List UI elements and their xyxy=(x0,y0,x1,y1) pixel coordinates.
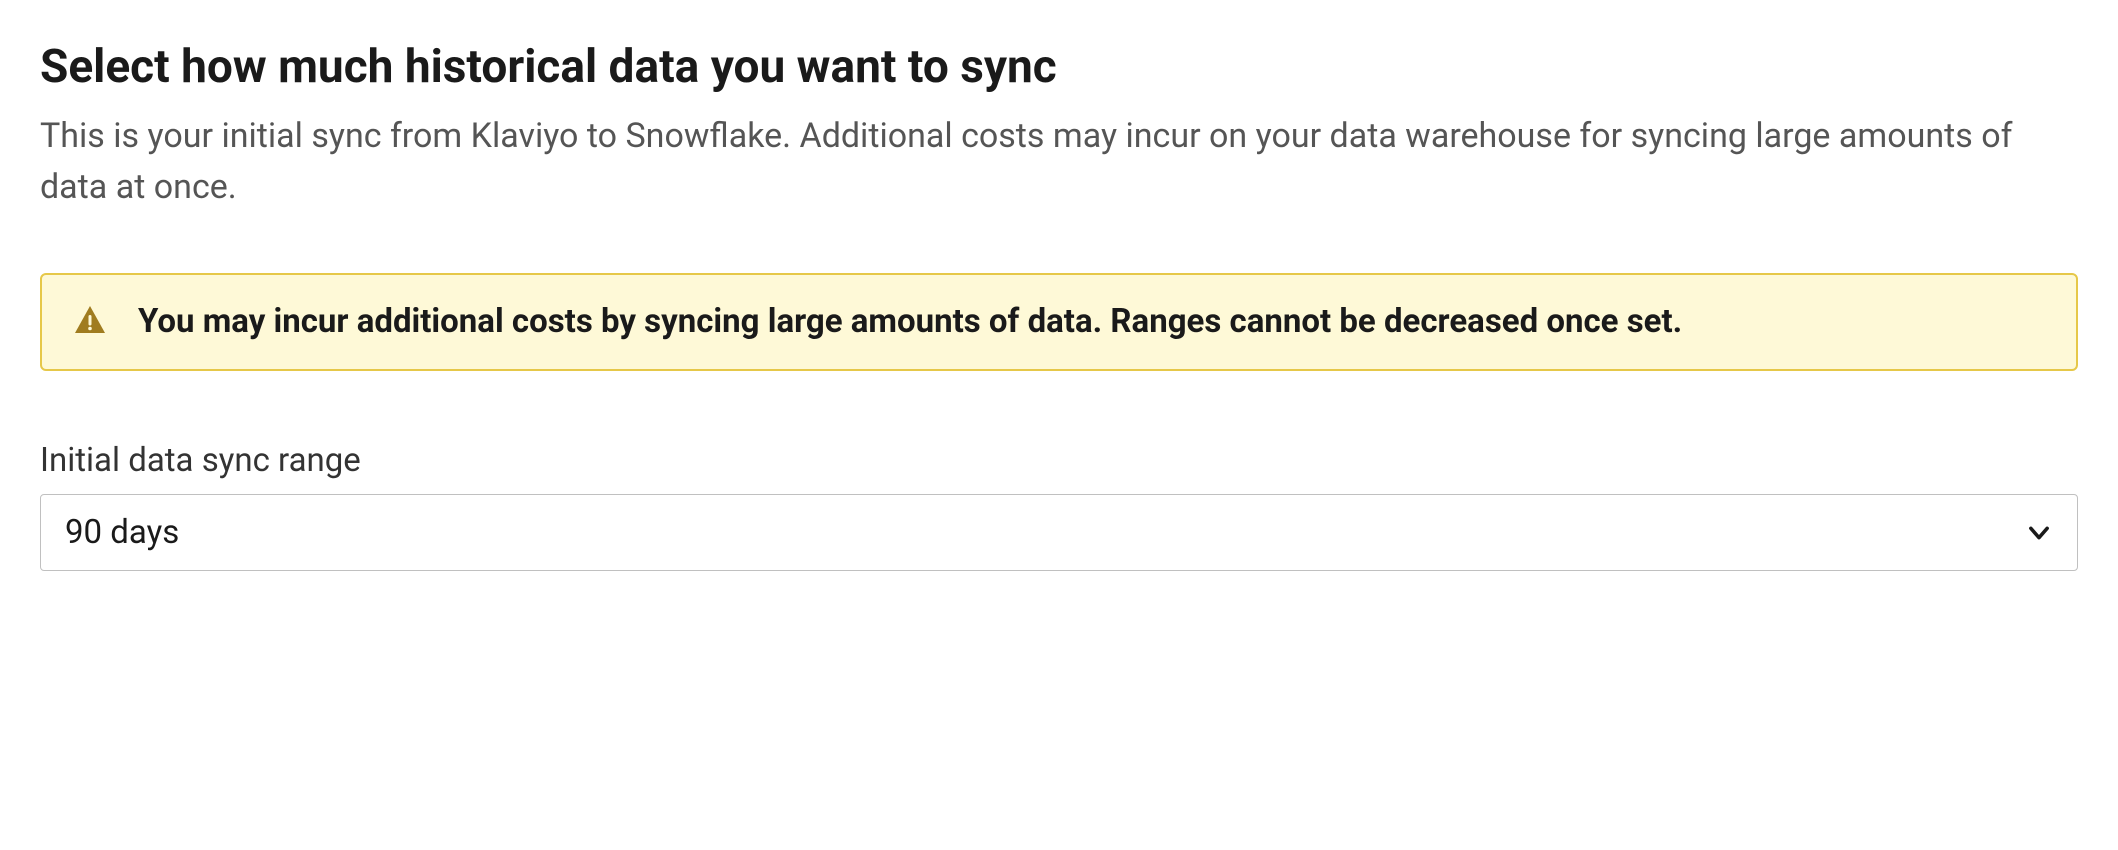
warning-icon xyxy=(72,303,108,339)
warning-alert: You may incur additional costs by syncin… xyxy=(40,273,2078,371)
page-heading: Select how much historical data you want… xyxy=(40,40,2078,95)
sync-range-select[interactable]: 90 days xyxy=(40,494,2078,571)
sync-range-value: 90 days xyxy=(65,513,179,552)
warning-text: You may incur additional costs by syncin… xyxy=(138,299,1682,345)
chevron-down-icon xyxy=(2025,519,2053,547)
page-description: This is your initial sync from Klaviyo t… xyxy=(40,111,2078,213)
sync-range-label: Initial data sync range xyxy=(40,441,2078,480)
